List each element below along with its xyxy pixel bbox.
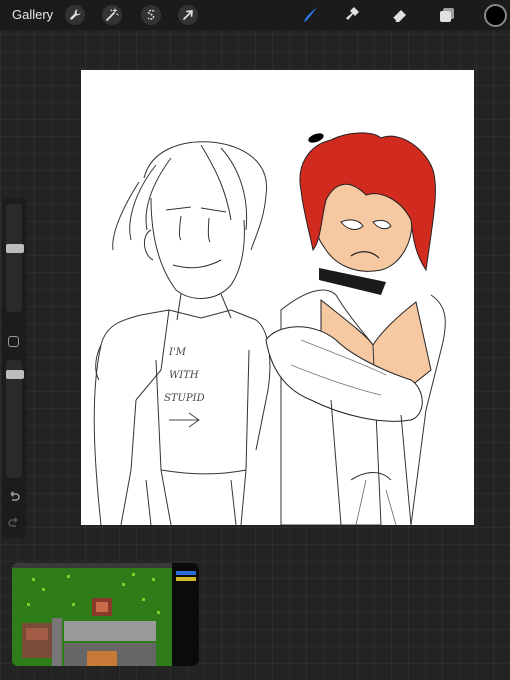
layers-icon bbox=[440, 8, 454, 22]
colored-figure-right bbox=[265, 132, 446, 525]
sketch-figure-left bbox=[93, 141, 271, 525]
brush-button[interactable] bbox=[299, 4, 321, 26]
undo-arrow-icon[interactable] bbox=[7, 490, 21, 504]
reference-image-window[interactable] bbox=[12, 563, 199, 666]
arrow-cursor-icon bbox=[183, 10, 193, 20]
shirt-text-line-3: STUPID bbox=[164, 393, 205, 404]
drawing-canvas[interactable]: I'M WITH STUPID bbox=[81, 70, 474, 525]
gallery-button[interactable]: Gallery bbox=[12, 7, 53, 22]
game-screenshot-thumbnail bbox=[12, 563, 199, 666]
brush-size-slider[interactable] bbox=[6, 204, 24, 312]
selection-button[interactable] bbox=[141, 5, 161, 25]
sidebar bbox=[2, 198, 26, 538]
color-picker-button[interactable] bbox=[484, 4, 507, 27]
shirt-arrow bbox=[169, 412, 200, 428]
eraser-icon bbox=[392, 10, 406, 22]
shirt-text-line-1: I'M bbox=[168, 347, 187, 358]
selection-s-icon bbox=[147, 9, 155, 20]
smudge-icon bbox=[346, 7, 359, 20]
magic-wand-icon bbox=[106, 8, 119, 21]
adjustments-button[interactable] bbox=[102, 5, 122, 25]
brush-icon bbox=[304, 7, 317, 22]
shirt-text: I'M WITH STUPID bbox=[164, 347, 205, 404]
smudge-button[interactable] bbox=[342, 4, 364, 26]
modify-button[interactable] bbox=[8, 336, 19, 347]
opacity-handle[interactable] bbox=[6, 370, 24, 380]
brush-size-handle[interactable] bbox=[6, 243, 24, 253]
redo-arrow-icon[interactable] bbox=[7, 516, 21, 530]
actions-button[interactable] bbox=[65, 5, 85, 25]
transform-button[interactable] bbox=[178, 5, 198, 25]
layers-button[interactable] bbox=[436, 4, 458, 26]
shirt-text-line-2: WITH bbox=[169, 370, 199, 381]
eraser-button[interactable] bbox=[389, 4, 411, 26]
opacity-slider[interactable] bbox=[6, 360, 24, 478]
artwork: I'M WITH STUPID bbox=[93, 132, 446, 525]
top-toolbar: Gallery bbox=[0, 0, 510, 30]
wrench-icon bbox=[70, 9, 81, 20]
